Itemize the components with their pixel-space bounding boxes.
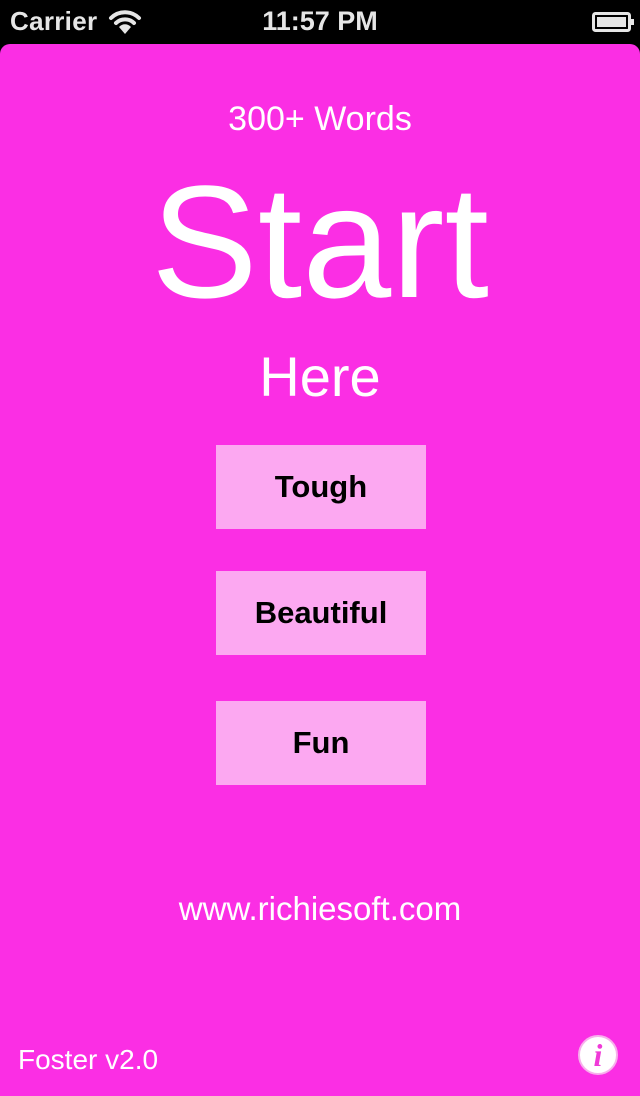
hero-subtitle: Here xyxy=(259,345,381,408)
website-link[interactable]: www.richiesoft.com xyxy=(0,890,640,928)
tough-button[interactable]: Tough xyxy=(216,445,426,529)
fun-button[interactable]: Fun xyxy=(216,701,426,785)
version-label: Foster v2.0 xyxy=(18,1044,159,1075)
battery-icon xyxy=(592,10,636,34)
status-bar: Carrier 11:57 PM xyxy=(0,0,640,44)
main-screen: 300+ Words Start Here Tough Beautiful Fu… xyxy=(0,44,640,1096)
info-button[interactable]: i xyxy=(578,1035,618,1075)
status-time: 11:57 PM xyxy=(262,6,378,36)
word-count-label: 300+ Words xyxy=(228,100,412,138)
hero-title: Start xyxy=(151,152,489,331)
beautiful-button[interactable]: Beautiful xyxy=(216,571,426,655)
info-icon: i xyxy=(593,1037,603,1073)
